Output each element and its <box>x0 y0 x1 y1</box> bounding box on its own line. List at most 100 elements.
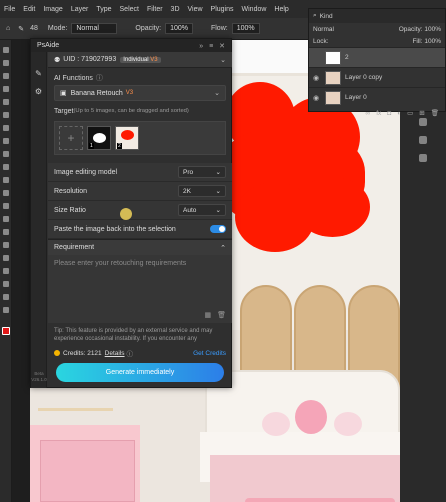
home-icon[interactable]: ⌂ <box>6 25 10 32</box>
menu-image[interactable]: Image <box>39 6 66 13</box>
link-icon[interactable]: ∞ <box>366 110 371 117</box>
more-tools-icon[interactable] <box>2 307 9 313</box>
resolution-label: Resolution <box>54 187 88 195</box>
panel-icon-properties[interactable] <box>419 118 427 126</box>
marquee-tool-icon[interactable] <box>2 60 9 66</box>
kind-filter[interactable]: Kind <box>320 13 333 20</box>
layer-name: Layer 0 copy <box>345 74 383 81</box>
target-label: Target <box>54 107 74 115</box>
foreground-color-swatch[interactable] <box>1 327 10 335</box>
stamp-tool-icon[interactable] <box>2 151 9 157</box>
blend-mode-select[interactable]: Normal <box>313 26 334 33</box>
menu-icon[interactable]: ≡ <box>209 43 213 50</box>
trash-icon[interactable]: 🗑 <box>431 109 439 117</box>
pen-tool-icon[interactable] <box>2 229 9 235</box>
prompt-library-icon[interactable]: ▦ <box>204 311 211 319</box>
hand-tool-icon[interactable] <box>2 281 9 287</box>
folder-icon[interactable]: ▭ <box>407 109 413 117</box>
ai-function-select[interactable]: ▣ Banana Retouch V3 ⌄ <box>54 85 226 101</box>
history-tool-icon[interactable] <box>2 164 9 170</box>
info-icon[interactable]: ⓘ <box>127 348 134 358</box>
healing-tool-icon[interactable] <box>2 125 9 131</box>
fx-icon[interactable]: fx <box>376 110 381 117</box>
flow-field[interactable]: 100% <box>231 23 260 34</box>
get-credits-link[interactable]: Get Credits <box>193 350 226 357</box>
crop-tool-icon[interactable] <box>2 99 9 105</box>
search-icon: ⌕ <box>313 12 317 19</box>
brush-size-value[interactable]: 48 <box>30 25 38 32</box>
menu-type[interactable]: Type <box>92 6 115 13</box>
target-image-slot[interactable]: 2 <box>115 126 139 150</box>
psaide-title-bar[interactable]: PsAide » ≡ ✕ <box>31 39 231 52</box>
chevron-down-icon: ⌄ <box>215 207 221 214</box>
menu-edit[interactable]: Edit <box>19 6 39 13</box>
size-ratio-row: Size Ratio Auto ⌄ <box>48 201 232 220</box>
move-tool-icon[interactable] <box>2 47 9 53</box>
path-tool-icon[interactable] <box>2 255 9 261</box>
brush-tool-icon[interactable] <box>2 138 9 144</box>
close-icon[interactable]: ✕ <box>219 43 225 50</box>
shape-tool-icon[interactable] <box>2 268 9 274</box>
trash-icon[interactable]: 🗑 <box>217 311 226 319</box>
layer-opacity-value[interactable]: 100% <box>424 26 441 33</box>
panel-icon-adjustments[interactable] <box>419 136 427 144</box>
brush-tool-icon[interactable]: ✎ <box>18 25 24 33</box>
requirement-textarea[interactable]: Please enter your retouching requirement… <box>48 255 232 323</box>
menu-file[interactable]: File <box>0 6 19 13</box>
menu-window[interactable]: Window <box>238 6 271 13</box>
mode-label: Mode: <box>47 25 68 32</box>
fill-value[interactable]: 100% <box>424 38 441 45</box>
flow-label: Flow: <box>210 25 228 32</box>
image-icon: ▣ <box>60 90 67 97</box>
panel-icon-libraries[interactable] <box>419 154 427 162</box>
dodge-tool-icon[interactable] <box>2 216 9 222</box>
menu-layer[interactable]: Layer <box>67 6 93 13</box>
editing-model-row: Image editing model Pro ⌄ <box>48 163 232 182</box>
add-image-button[interactable]: + <box>59 126 83 150</box>
type-tool-icon[interactable] <box>2 242 9 248</box>
edit-icon[interactable]: ✎ <box>35 70 43 78</box>
chevron-down-icon[interactable]: ⌄ <box>220 56 226 64</box>
generate-button[interactable]: Generate immediately <box>56 363 224 382</box>
menu-help[interactable]: Help <box>270 6 292 13</box>
layer-row[interactable]: ◉ Layer 0 copy <box>309 67 445 87</box>
eyedropper-tool-icon[interactable] <box>2 112 9 118</box>
layer-row[interactable]: 2 <box>309 47 445 67</box>
size-ratio-select[interactable]: Auto ⌄ <box>178 204 226 216</box>
mode-select[interactable]: Normal <box>71 23 118 34</box>
mask-icon[interactable]: ◘ <box>387 110 391 117</box>
layer-row[interactable]: ◉ Layer 0 <box>309 87 445 107</box>
layers-panel: ⌕ Kind Normal Opacity: 100% Lock: Fill: … <box>308 8 446 117</box>
opacity-field[interactable]: 100% <box>165 23 193 34</box>
menu-filter[interactable]: Filter <box>143 6 167 13</box>
opacity-label: Opacity: <box>135 25 162 32</box>
adjustment-icon[interactable]: ◐ <box>397 110 401 117</box>
info-icon[interactable]: ⓘ <box>96 73 103 83</box>
blur-tool-icon[interactable] <box>2 203 9 209</box>
version-label: Beta V26.1.0 <box>31 371 47 382</box>
plan-badge: Individual V3 <box>120 56 161 63</box>
uid-text: UID : 719027993 <box>63 56 117 63</box>
layer-thumbnail <box>325 90 341 105</box>
zoom-tool-icon[interactable] <box>2 294 9 300</box>
editing-model-select[interactable]: Pro ⌄ <box>178 166 226 178</box>
menu-3d[interactable]: 3D <box>167 6 184 13</box>
gradient-tool-icon[interactable] <box>2 190 9 196</box>
eye-icon[interactable]: ◉ <box>313 94 321 102</box>
menu-view[interactable]: View <box>184 6 207 13</box>
eraser-tool-icon[interactable] <box>2 177 9 183</box>
menu-select[interactable]: Select <box>116 6 143 13</box>
lasso-tool-icon[interactable] <box>2 73 9 79</box>
details-link[interactable]: Details <box>105 350 125 357</box>
menu-plugins[interactable]: Plugins <box>207 6 238 13</box>
plan-name: Individual <box>123 56 149 63</box>
eye-icon[interactable]: ◉ <box>313 74 321 82</box>
select-tool-icon[interactable] <box>2 86 9 92</box>
target-image-slot[interactable]: 1 <box>87 126 111 150</box>
gear-icon[interactable]: ⚙ <box>35 88 43 96</box>
resolution-select[interactable]: 2K ⌄ <box>178 185 226 197</box>
paste-back-toggle[interactable] <box>210 225 226 233</box>
requirement-header[interactable]: Requirement ⌃ <box>48 239 232 255</box>
new-layer-icon[interactable]: ⊞ <box>419 109 424 117</box>
collapse-icon[interactable]: » <box>199 43 203 50</box>
